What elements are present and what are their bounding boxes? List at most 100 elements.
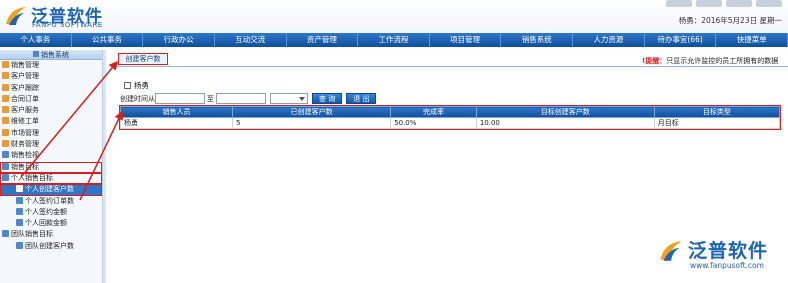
chart-icon [16,196,23,204]
nav-item[interactable]: 行政办公 [143,33,215,47]
column-header[interactable]: 已创建客户数 [232,106,392,118]
chart-icon [2,151,9,159]
sidebar-item[interactable]: 维修工单 [0,116,102,127]
nav-item[interactable]: 人力资源 [573,33,645,47]
column-header[interactable]: 销售人员 [119,106,234,118]
user-checkbox-row: 杨勇 [124,80,149,91]
date-to-input[interactable] [216,93,266,104]
nav-item[interactable]: 互动交流 [215,33,287,47]
sidebar-item[interactable]: 销售目标 [0,161,102,173]
folder-icon [2,140,9,148]
sidebar-item-label: 销售管理 [11,61,39,69]
table-cell: 10.00 [475,117,655,129]
sidebar-item[interactable]: 合同订单 [0,94,102,105]
folder-icon [2,83,9,91]
sidebar-item-label: 个人回款金额 [25,219,67,228]
folder-icon [2,106,9,114]
sidebar-item[interactable]: 客户跟踪 [0,83,102,94]
top-link-icon[interactable] [726,0,752,7]
top-link-icon[interactable] [756,0,782,7]
logo-subtitle: FANPU SOFTWARE [32,21,103,29]
sidebar-item[interactable]: 财务管理 [0,139,102,150]
sidebar-splitter[interactable] [103,50,106,283]
sidebar-item[interactable]: 销售管理 [0,60,102,71]
fanpu-watermark-icon [660,241,682,261]
result-table-frame: 销售人员 已创建客户数 完成率 目标创建客户数 目标类型 杨勇 5 50.0% 10.00 月目… [119,105,781,130]
user-checkbox-label: 杨勇 [134,81,149,90]
chart-icon [2,173,9,181]
chart-icon [16,185,23,193]
table-body: 杨勇 5 50.0% 10.00 月目标 [119,117,781,129]
top-link-icon[interactable] [666,0,692,7]
nav-item[interactable]: 工作流程 [358,33,430,47]
table-row[interactable]: 杨勇 5 50.0% 10.00 月目标 [119,117,781,129]
folder-icon [2,94,9,102]
top-links [666,0,782,10]
folder-icon [2,72,9,80]
sidebar-item[interactable]: 个人签约订单数 [0,196,102,207]
user-checkbox[interactable] [124,82,131,89]
sidebar-item-label: 销售目标 [11,162,39,171]
date-from-label: 创建时间从 [120,94,155,103]
column-header[interactable]: 目标类型 [653,106,781,118]
chart-icon [16,219,23,227]
header-bar: 泛普软件 FANPU SOFTWARE 杨勇：2016年5月23日 星期一 [0,0,788,33]
tab-divider [116,66,788,67]
notice-prefix: !提醒： [642,57,667,65]
nav-item[interactable]: 资产管理 [287,33,359,47]
sidebar-item[interactable]: 个人回款金额 [0,218,102,229]
sidebar-title-icon [33,51,39,57]
result-table: 销售人员 已创建客户数 完成率 目标创建客户数 目标类型 杨勇 5 50.0% 10.00 月目… [119,106,781,129]
chart-icon [2,230,9,238]
user-info: 杨勇：2016年5月23日 星期一 [678,16,782,25]
sidebar-item[interactable]: 团队销售目标 [0,229,102,240]
sidebar-item[interactable]: 团队创建客户数 [0,241,102,252]
column-header[interactable]: 目标创建客户数 [475,106,655,118]
date-from-input[interactable] [155,93,205,104]
chart-icon [16,207,23,215]
sidebar-item-label: 财务管理 [11,140,39,149]
main-nav: 个人事务 公共事务 行政办公 互动交流 资产管理 工作流程 项目管理 销售系统 人力资源 待办事宜… [0,33,788,47]
sidebar-item[interactable]: 客户管理 [0,71,102,82]
fanpu-logo-icon [6,7,26,25]
chart-icon [16,241,23,249]
table-cell: 月目标 [653,117,781,129]
sidebar-item[interactable]: 个人签约金额 [0,207,102,218]
chart-icon [2,162,9,170]
sidebar-item[interactable]: 市场管理 [0,128,102,139]
sidebar-item-label: 销售检视 [11,151,39,160]
sidebar-tree: 销售管理客户管理客户跟踪 合同订单 客户服务 维修工单市场管理财务管理销售检视销售目标… [0,60,102,252]
notice-text: 只显示允许监控的员工所拥有的数据 [666,57,779,65]
nav-item[interactable]: 项目管理 [430,33,502,47]
sidebar-item-label: 市场管理 [11,128,39,137]
tab-create-customer-count[interactable]: 创建客户数 [118,53,168,65]
sidebar-item-label: 维修工单 [11,117,39,126]
sidebar-item-label: 团队创建客户数 [25,241,74,250]
nav-item[interactable]: 个人事务 [0,33,72,47]
nav-item[interactable]: 销售系统 [501,33,574,47]
sidebar-item[interactable]: 客户服务 [0,105,102,116]
sidebar-item[interactable]: 销售检视 [0,150,102,161]
sidebar-item-label: 客户管理 [11,72,39,81]
sidebar-item[interactable]: 个人创建客户数 [0,184,102,196]
query-button[interactable]: 查 询 [312,93,343,104]
nav-item[interactable]: 快捷菜单 [716,33,788,47]
table-cell: 5 [232,117,392,129]
watermark: 泛普软件 www.fanpusoft.com [658,236,782,276]
notice: !提醒：只显示允许监控的员工所拥有的数据 [642,56,778,66]
app-window: 泛普软件 FANPU SOFTWARE 杨勇：2016年5月23日 星期一 个人… [0,0,788,283]
sidebar-item-label: 个人创建客户数 [25,185,74,194]
filter-row: 创建时间从 至 查 询 退 出 [120,93,377,104]
sidebar-item[interactable]: 个人销售目标 [0,172,102,185]
top-link-icon[interactable] [696,0,722,7]
column-header[interactable]: 完成率 [390,106,477,118]
table-cell: 50.0% [390,117,477,129]
exit-button[interactable]: 退 出 [346,93,377,104]
chevron-down-icon [299,97,305,101]
nav-item[interactable]: 公共事务 [72,33,144,47]
sidebar-item-label: 团队销售目标 [11,230,53,239]
period-select[interactable] [270,93,308,104]
sidebar-title[interactable]: 销售系统 [0,50,102,60]
nav-item[interactable]: 待办事宜(66) [645,33,717,47]
sidebar-title-label: 销售系统 [41,51,69,59]
